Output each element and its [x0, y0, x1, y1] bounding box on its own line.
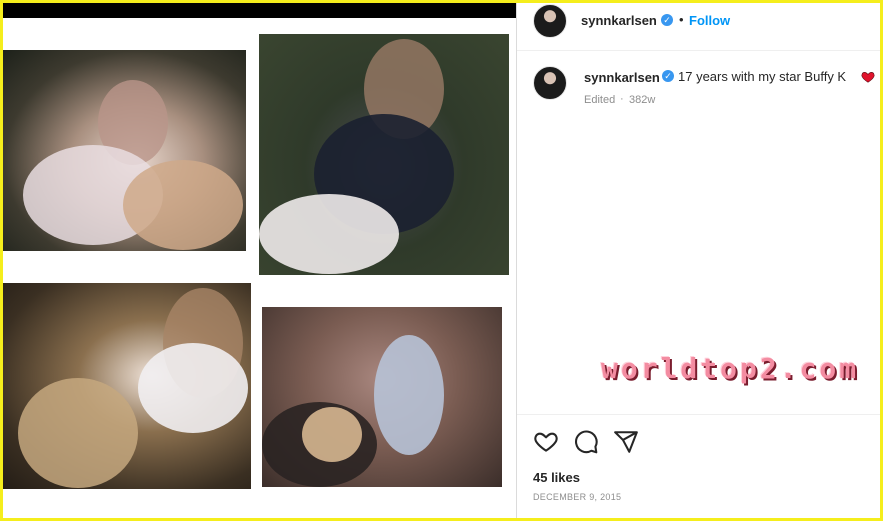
caption-verified-badge-icon: ✓	[662, 70, 674, 82]
caption-avatar[interactable]	[533, 66, 567, 100]
instagram-post-window: synnkarlsen ✓ • Follow synnkarlsen ✓ 17 …	[3, 3, 880, 518]
photo-girl-with-golden-dog	[3, 283, 251, 489]
post-header: synnkarlsen ✓ • Follow	[517, 3, 880, 51]
photo-girl-hugging-dog	[3, 50, 246, 251]
meta-separator: ·	[620, 93, 624, 105]
post-image-collage[interactable]	[3, 3, 516, 518]
post-actions: 45 likes DECEMBER 9, 2015	[517, 414, 880, 518]
likes-count[interactable]: 45 likes	[533, 470, 580, 485]
post-sidebar: synnkarlsen ✓ • Follow synnkarlsen ✓ 17 …	[516, 3, 880, 518]
header-username[interactable]: synnkarlsen	[581, 13, 657, 28]
caption-text: 17 years with my star Buffy K	[678, 69, 847, 84]
post-date: DECEMBER 9, 2015	[533, 492, 622, 502]
caption-username[interactable]: synnkarlsen	[584, 70, 660, 85]
paper-plane-icon[interactable]	[613, 429, 639, 455]
watermark-text: worldtop2.com	[601, 352, 860, 385]
verified-badge-icon: ✓	[661, 14, 673, 26]
follow-button[interactable]: Follow	[689, 13, 730, 28]
edited-label: Edited	[584, 94, 616, 106]
red-heart-emoji-icon	[861, 72, 875, 83]
image-top-bar	[3, 3, 516, 18]
avatar[interactable]	[533, 4, 567, 38]
photo-child-in-hoodie-on-rocks	[262, 307, 502, 487]
photo-girl-smiling-on-grass	[259, 34, 509, 275]
heart-outline-icon[interactable]	[533, 429, 559, 455]
post-age[interactable]: 382w	[629, 94, 655, 106]
separator-dot: •	[679, 12, 684, 27]
comment-bubble-icon[interactable]	[573, 429, 599, 455]
